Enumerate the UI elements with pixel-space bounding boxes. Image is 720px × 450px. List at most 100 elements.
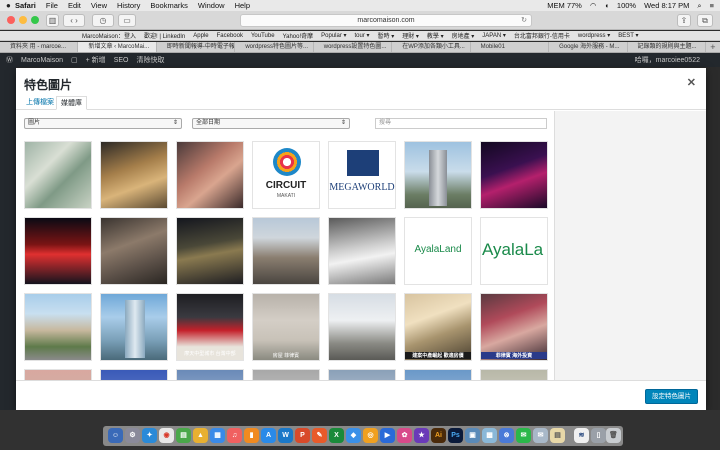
share-button[interactable]: ⇪ xyxy=(677,14,691,27)
media-thumbnail[interactable] xyxy=(24,293,92,361)
bookmark-item[interactable]: 房地產 ▾ xyxy=(452,31,475,40)
browser-tab-active[interactable]: 新增文章 ‹ MarcoMai... xyxy=(78,42,157,52)
media-thumbnail[interactable] xyxy=(480,141,548,209)
bookmark-item[interactable]: tour ▾ xyxy=(355,32,370,39)
browser-tab[interactable]: 在WP添加各類小工具... xyxy=(392,42,471,52)
imovie-icon[interactable]: ★ xyxy=(414,428,429,443)
finder-icon[interactable]: ☺ xyxy=(108,428,123,443)
media-thumbnail[interactable] xyxy=(176,217,244,285)
back-forward-buttons[interactable]: ‹ › xyxy=(63,14,85,27)
menu-bookmarks[interactable]: Bookmarks xyxy=(150,1,188,10)
minimize-window-button[interactable] xyxy=(19,16,27,24)
bookmark-item[interactable]: 台北富邦銀行-信用卡 xyxy=(514,31,570,40)
dropbox-icon[interactable]: ◆ xyxy=(346,428,361,443)
browser-tab[interactable]: Google 海外服務 - M... xyxy=(549,42,628,52)
browser-tab[interactable]: 記錄類的規則與主題... xyxy=(628,42,706,52)
media-thumbnail[interactable] xyxy=(176,141,244,209)
media-thumbnail[interactable] xyxy=(24,369,92,380)
media-thumbnail[interactable] xyxy=(100,369,168,380)
apple-icon[interactable]: ● xyxy=(6,1,15,10)
wp-cache-link[interactable]: 清除快取 xyxy=(136,55,164,65)
bookmark-item[interactable]: 暫時 ▾ xyxy=(378,31,395,40)
menu-history[interactable]: History xyxy=(117,1,140,10)
bookmark-item[interactable]: JAPAN ▾ xyxy=(482,32,506,39)
menu-file[interactable]: File xyxy=(46,1,58,10)
close-icon[interactable]: ✕ xyxy=(687,76,696,89)
wp-user-greeting[interactable]: 哈囉，marcoiee0522 xyxy=(635,55,700,65)
preview-app-icon[interactable]: ▩ xyxy=(482,428,497,443)
bookmark-item[interactable]: Yahoo!奇摩 xyxy=(283,31,314,40)
wifi-icon[interactable]: ◠ xyxy=(590,1,597,10)
document-stack-icon[interactable]: ▯ xyxy=(591,428,606,443)
notes-icon[interactable]: ▤ xyxy=(550,428,565,443)
browser-tab[interactable]: wordpress特色圖片等... xyxy=(235,42,314,52)
bookmark-item[interactable]: 教學 ▾ xyxy=(427,31,444,40)
media-thumbnail[interactable] xyxy=(328,369,396,380)
keynote-icon[interactable]: ▲ xyxy=(193,428,208,443)
bookmark-item[interactable]: Popular ▾ xyxy=(321,32,346,39)
menu-view[interactable]: View xyxy=(91,1,107,10)
itunes-icon[interactable]: ♫ xyxy=(227,428,242,443)
media-thumbnail[interactable] xyxy=(100,217,168,285)
bookmark-item[interactable]: Facebook xyxy=(217,33,243,39)
top-sites-button[interactable]: ▭ xyxy=(118,14,136,27)
menu-safari[interactable]: Safari xyxy=(15,1,36,10)
media-thumbnail[interactable] xyxy=(328,217,396,285)
memory-status[interactable]: MEM 77% xyxy=(547,1,582,10)
browser-tab[interactable]: 資料夾 用 - marcoe... xyxy=(0,42,79,52)
excel-icon[interactable]: X xyxy=(329,428,344,443)
volume-icon[interactable]: ◖ xyxy=(604,1,609,10)
media-thumbnail[interactable]: 建案中產崛起 歡適房價 xyxy=(404,293,472,361)
media-thumbnail[interactable] xyxy=(480,369,548,380)
media-thumbnail[interactable] xyxy=(24,141,92,209)
media-search-input[interactable]: 搜尋 xyxy=(375,118,547,129)
comments-icon[interactable]: ▢ xyxy=(71,56,78,64)
photoshop-icon[interactable]: Ps xyxy=(448,428,463,443)
image-capture-icon[interactable]: ▣ xyxy=(465,428,480,443)
media-thumbnail[interactable]: 房屋 菲律賓 xyxy=(252,293,320,361)
wp-seo-link[interactable]: SEO xyxy=(114,57,129,64)
media-thumbnail[interactable] xyxy=(404,141,472,209)
media-thumbnail[interactable]: 菲律賓 海外投資 xyxy=(480,293,548,361)
browser-tab[interactable]: wordpress設置特色圖... xyxy=(314,42,393,52)
mail-icon[interactable]: ✉ xyxy=(533,428,548,443)
battery-status[interactable]: 100% xyxy=(617,1,636,10)
media-thumbnail[interactable]: AyalaLa xyxy=(480,217,548,285)
trash-icon[interactable]: 🗑 xyxy=(606,428,621,443)
system-preferences-icon[interactable]: ⚙ xyxy=(125,428,140,443)
media-thumbnail[interactable] xyxy=(252,217,320,285)
downloads-folder-icon[interactable]: ≋ xyxy=(574,428,589,443)
bookmark-item[interactable]: wordpress ▾ xyxy=(578,32,610,39)
menu-list-icon[interactable]: ≡ xyxy=(710,1,714,10)
chrome-icon[interactable]: ◉ xyxy=(159,428,174,443)
illustrator-icon[interactable]: Ai xyxy=(431,428,446,443)
media-thumbnail[interactable] xyxy=(404,369,472,380)
media-thumbnail[interactable] xyxy=(24,217,92,285)
media-thumbnail[interactable] xyxy=(328,293,396,361)
clock[interactable]: Wed 8:17 PM xyxy=(644,1,689,10)
menu-window[interactable]: Window xyxy=(198,1,225,10)
browser-tab[interactable]: 即時新聞報導-中時電子報 xyxy=(157,42,236,52)
sidebar-toggle-button[interactable]: ▥ xyxy=(46,14,59,27)
preview-icon[interactable]: ▦ xyxy=(210,428,225,443)
address-bar[interactable]: marcomaison.com ↻ xyxy=(240,14,532,27)
pages-icon[interactable]: ✎ xyxy=(312,428,327,443)
app-store-icon[interactable]: A xyxy=(261,428,276,443)
vpn-icon[interactable]: ⊗ xyxy=(499,428,514,443)
media-type-filter[interactable]: 圖片 ⇕ xyxy=(24,118,182,129)
wp-new-link[interactable]: + 新增 xyxy=(86,55,106,65)
safari-icon[interactable]: ✦ xyxy=(142,428,157,443)
bookmark-item[interactable]: YouTube xyxy=(251,33,275,39)
new-tab-button[interactable]: + xyxy=(706,42,720,52)
numbers-icon[interactable]: ▤ xyxy=(176,428,191,443)
bookmark-item[interactable]: MarcoMaison：登入 xyxy=(82,31,136,40)
media-thumbnail[interactable]: 摩天中型城市 台灣中部 xyxy=(176,293,244,361)
close-window-button[interactable] xyxy=(7,16,15,24)
word-icon[interactable]: W xyxy=(278,428,293,443)
zoom-window-button[interactable] xyxy=(31,16,39,24)
set-featured-image-button[interactable]: 設定特色圖片 xyxy=(645,389,698,404)
browser-tab[interactable]: Mobile01 xyxy=(471,42,550,52)
tab-media-library[interactable]: 媒體庫 xyxy=(56,96,87,110)
search-icon[interactable]: ⌕ xyxy=(697,1,701,11)
tab-upload-files[interactable]: 上傳檔案 xyxy=(22,96,58,110)
